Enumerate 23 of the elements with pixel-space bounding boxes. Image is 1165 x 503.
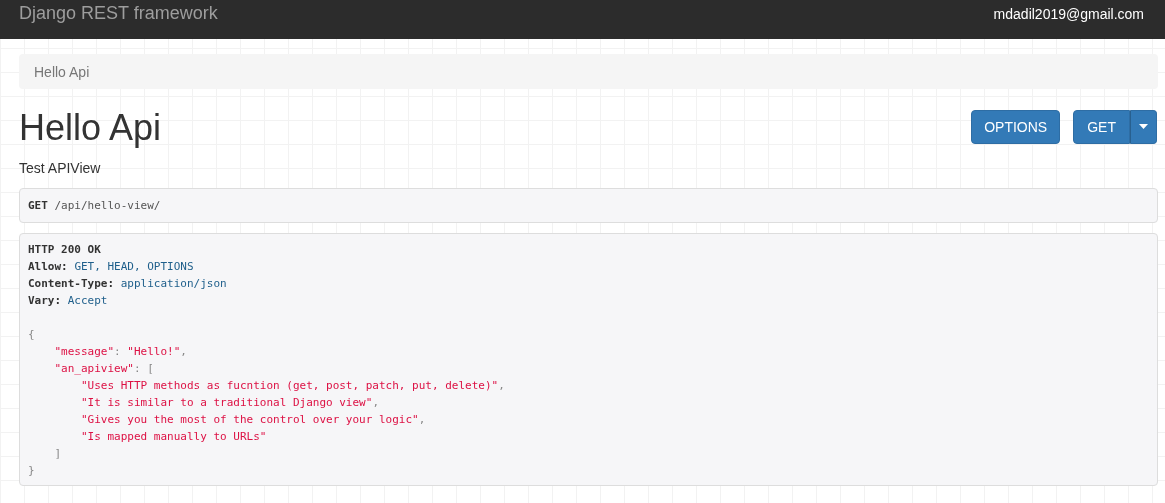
breadcrumb-item[interactable]: Hello Api xyxy=(34,63,90,80)
response-header: Content-Type: application/json xyxy=(28,276,228,292)
caret-icon xyxy=(1139,124,1148,129)
json-line: "Uses HTTP methods as fucntion (get, post, patch, put, delete)", xyxy=(79,378,506,394)
json-line: "It is similar to a traditional Django view", xyxy=(79,395,380,411)
user-email[interactable]: mdadil2019@gmail.com xyxy=(993,5,1144,22)
json-line: "an_apiview": [ xyxy=(53,361,155,377)
response-header: Vary: Accept xyxy=(28,293,109,309)
json-line: { xyxy=(28,327,36,343)
json-line: } xyxy=(28,463,36,479)
page-description: Test APIView xyxy=(19,160,102,176)
page-title: Hello Api xyxy=(19,106,162,149)
brand-link[interactable]: Django REST framework xyxy=(19,3,218,24)
response-status: HTTP 200 OK xyxy=(28,242,102,258)
json-line: "Gives you the most of the control over your logic", xyxy=(79,412,427,428)
options-button[interactable]: OPTIONS xyxy=(971,109,1061,144)
json-line: "message": "Hello!", xyxy=(53,344,188,360)
response-header: Allow: GET, HEAD, OPTIONS xyxy=(28,259,195,275)
get-button[interactable]: GET xyxy=(1073,109,1130,144)
json-line: ] xyxy=(53,446,63,462)
request-line: GET /api/hello-view/ xyxy=(28,198,161,214)
dropdown-toggle[interactable] xyxy=(1130,109,1157,144)
json-line: "Is mapped manually to URLs" xyxy=(79,429,268,445)
